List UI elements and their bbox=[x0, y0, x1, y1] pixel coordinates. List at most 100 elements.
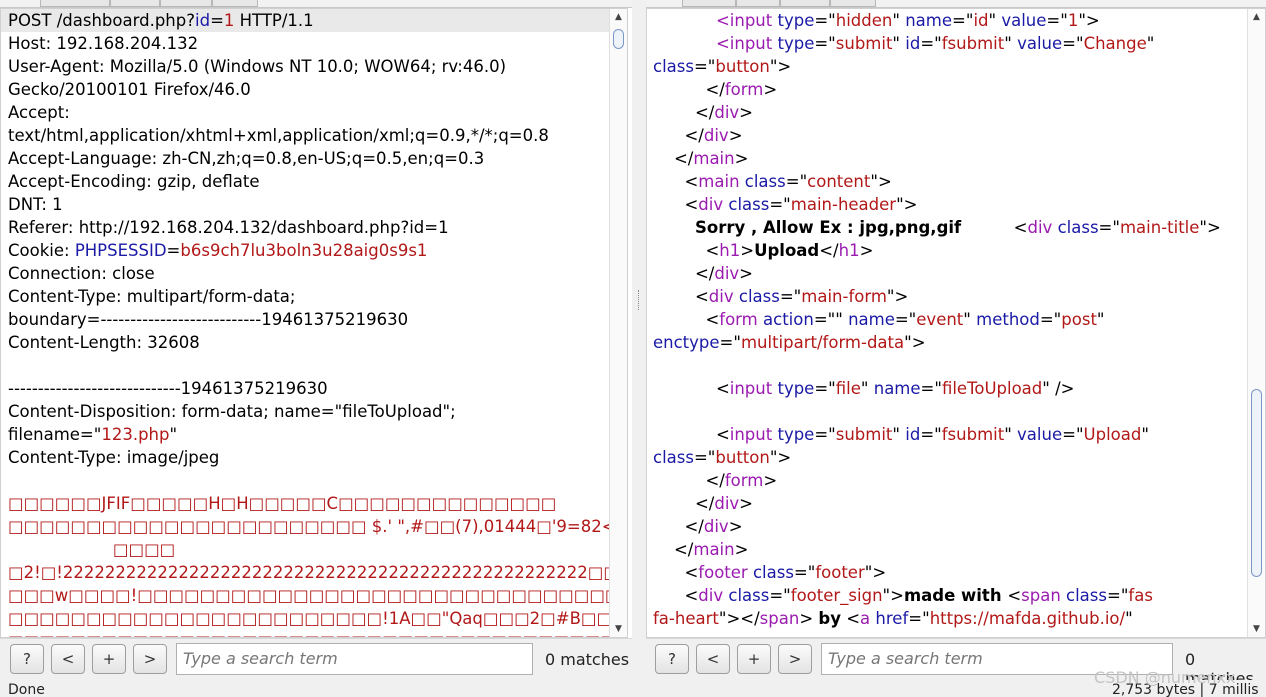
divider-grip-icon[interactable] bbox=[638, 290, 640, 310]
code-line[interactable]: <input type="submit" id="fsubmit" value=… bbox=[647, 423, 1247, 446]
scroll-thumb[interactable] bbox=[1251, 389, 1262, 577]
code-line[interactable]: <form action="" name="event" method="pos… bbox=[647, 308, 1247, 331]
code-line[interactable]: Accept-Encoding: gzip, deflate bbox=[1, 170, 609, 193]
code-line[interactable]: </main> bbox=[647, 147, 1247, 170]
code-line[interactable]: <div class="main-header"> bbox=[647, 193, 1247, 216]
code-line[interactable]: <div class="main-form"> bbox=[647, 285, 1247, 308]
code-line[interactable]: DNT: 1 bbox=[1, 193, 609, 216]
code-token: boundary=---------------------------1946… bbox=[8, 310, 409, 329]
response-editor[interactable]: <input type="hidden" name="id" value="1"… bbox=[646, 8, 1266, 638]
request-tab[interactable] bbox=[160, 0, 212, 7]
code-line[interactable]: Gecko/20100101 Firefox/46.0 bbox=[1, 78, 609, 101]
code-line[interactable]: <input type="file" name="fileToUpload" /… bbox=[647, 377, 1247, 400]
code-line[interactable]: Host: 192.168.204.132 bbox=[1, 32, 609, 55]
code-line[interactable]: boundary=---------------------------1946… bbox=[1, 308, 609, 331]
code-line[interactable]: </div> bbox=[647, 492, 1247, 515]
code-line[interactable]: Accept-Language: zh-CN,zh;q=0.8,en-US;q=… bbox=[1, 147, 609, 170]
code-line[interactable]: </form> bbox=[647, 469, 1247, 492]
help-button[interactable]: ? bbox=[10, 644, 44, 674]
request-tab[interactable] bbox=[212, 0, 258, 7]
request-scrollbar[interactable]: ▲ ▼ bbox=[609, 9, 627, 637]
response-tab[interactable] bbox=[830, 0, 876, 7]
code-line[interactable]: </div> bbox=[647, 124, 1247, 147]
scroll-down-icon[interactable]: ▼ bbox=[1248, 621, 1265, 637]
pane-divider[interactable] bbox=[632, 0, 646, 697]
request-tab[interactable] bbox=[110, 0, 160, 7]
code-line[interactable]: class="button"> bbox=[647, 446, 1247, 469]
add-search-button[interactable]: + bbox=[92, 644, 126, 674]
response-tab[interactable] bbox=[682, 0, 736, 7]
response-tab[interactable] bbox=[736, 0, 780, 7]
code-line[interactable]: class="button"> bbox=[647, 55, 1247, 78]
code-line[interactable]: POST /dashboard.php?id=1 HTTP/1.1 bbox=[1, 9, 609, 32]
code-line[interactable]: □□□w□□□□!□□□□□□□□□□□□□□□□□□□□□□□□□□□□□□□… bbox=[1, 584, 609, 607]
code-line[interactable]: Accept: bbox=[1, 101, 609, 124]
response-text[interactable]: <input type="hidden" name="id" value="1"… bbox=[647, 9, 1247, 630]
request-text[interactable]: POST /dashboard.php?id=1 HTTP/1.1 Host: 1… bbox=[1, 9, 609, 637]
code-token: □□□□□□□□□□□□□□□□□□□□□□□ $.' ",#□□(7),014… bbox=[8, 517, 609, 536]
next-match-button[interactable]: > bbox=[778, 644, 812, 674]
code-line[interactable]: Content-Length: 32608 bbox=[1, 331, 609, 354]
code-line[interactable]: <input type="hidden" name="id" value="1"… bbox=[647, 9, 1247, 32]
code-line[interactable]: enctype="multipart/form-data"> bbox=[647, 331, 1247, 354]
code-token: content bbox=[807, 172, 871, 191]
code-line[interactable]: □2!□!22222222222222222222222222222222222… bbox=[1, 561, 609, 584]
code-line[interactable]: </div> bbox=[647, 262, 1247, 285]
search-input[interactable]: Type a search term bbox=[176, 643, 533, 675]
code-line[interactable]: <input type="submit" id="fsubmit" value=… bbox=[647, 32, 1247, 55]
code-line[interactable]: Referer: http://192.168.204.132/dashboar… bbox=[1, 216, 609, 239]
scroll-down-icon[interactable]: ▼ bbox=[610, 621, 627, 637]
request-editor[interactable]: POST /dashboard.php?id=1 HTTP/1.1 Host: 1… bbox=[0, 8, 628, 638]
code-token: class bbox=[1066, 586, 1107, 605]
code-line[interactable]: Content-Type: multipart/form-data; bbox=[1, 285, 609, 308]
code-line[interactable]: □□□□□□□□□□□□□□□□□□□□□□□ $.' ",#□□(7),014… bbox=[1, 515, 609, 538]
code-token: □□□w□□□□!□□□□□□□□□□□□□□□□□□□□□□□□□□□□□□□… bbox=[8, 586, 609, 605]
code-line[interactable]: </main> bbox=[647, 538, 1247, 561]
code-token: "> bbox=[896, 195, 918, 214]
code-line[interactable] bbox=[1, 469, 609, 492]
code-line[interactable]: □□□□□□□□□□□□□□□□□□□□□□□□!1A□□"Qaq□□□2□#B… bbox=[1, 607, 609, 630]
code-line[interactable]: Content-Disposition: form-data; name="fi… bbox=[1, 400, 609, 423]
code-line[interactable] bbox=[647, 354, 1247, 377]
code-line[interactable]: Content-Type: image/jpeg bbox=[1, 446, 609, 469]
code-line[interactable]: Connection: close bbox=[1, 262, 609, 285]
code-line[interactable]: </form> bbox=[647, 78, 1247, 101]
next-match-button[interactable]: > bbox=[133, 644, 167, 674]
code-token: href bbox=[875, 609, 909, 628]
code-line[interactable]: </div> bbox=[647, 101, 1247, 124]
response-scrollbar[interactable]: ▲ ▼ bbox=[1247, 9, 1265, 637]
response-tab[interactable] bbox=[780, 0, 830, 7]
scroll-up-icon[interactable]: ▲ bbox=[1248, 9, 1265, 25]
previous-match-button[interactable]: < bbox=[696, 644, 730, 674]
code-token: =" bbox=[693, 57, 716, 76]
code-line[interactable]: text/html,application/xhtml+xml,applicat… bbox=[1, 124, 609, 147]
code-line[interactable]: <h1>Upload</h1> bbox=[647, 239, 1247, 262]
code-token: "> bbox=[904, 333, 926, 352]
add-search-button[interactable]: + bbox=[737, 644, 771, 674]
code-line[interactable]: □□□□□□JFIF□□□□□H□H□□□□□C□□□□□□□□□□□□□□ □ bbox=[1, 492, 609, 515]
code-token: =" bbox=[779, 287, 802, 306]
code-line[interactable]: Sorry , Allow Ex : jpg,png,gif <div clas… bbox=[647, 216, 1247, 239]
code-line[interactable]: □□□□ bbox=[1, 538, 609, 561]
code-token: </ bbox=[653, 540, 694, 559]
code-line[interactable]: □□□□□□□□□□□□□□□□□□□□□□□□□□□□□□□□□□□□□□□□… bbox=[1, 630, 609, 637]
help-button[interactable]: ? bbox=[655, 644, 689, 674]
code-line[interactable]: Cookie: PHPSESSID=b6s9ch7lu3boln3u28aig0… bbox=[1, 239, 609, 262]
request-tab[interactable] bbox=[40, 0, 110, 7]
previous-match-button[interactable]: < bbox=[51, 644, 85, 674]
code-line[interactable]: -----------------------------19461375219… bbox=[1, 377, 609, 400]
code-line[interactable] bbox=[1, 354, 609, 377]
scroll-thumb[interactable] bbox=[613, 29, 624, 49]
code-token: < bbox=[653, 425, 730, 444]
scroll-up-icon[interactable]: ▲ bbox=[610, 9, 627, 25]
code-line[interactable]: filename="123.php" bbox=[1, 423, 609, 446]
code-line[interactable] bbox=[647, 400, 1247, 423]
code-token: value bbox=[1017, 34, 1063, 53]
code-line[interactable]: User-Agent: Mozilla/5.0 (Windows NT 10.0… bbox=[1, 55, 609, 78]
code-line[interactable]: </div> bbox=[647, 515, 1247, 538]
code-line[interactable]: <main class="content"> bbox=[647, 170, 1247, 193]
code-line[interactable]: <div class="footer_sign">made with <span… bbox=[647, 584, 1247, 607]
code-line[interactable]: <footer class="footer"> bbox=[647, 561, 1247, 584]
code-line[interactable]: fa-heart"></span> by <a href="https://ma… bbox=[647, 607, 1247, 630]
code-token: Content-Length: 32608 bbox=[8, 333, 200, 352]
